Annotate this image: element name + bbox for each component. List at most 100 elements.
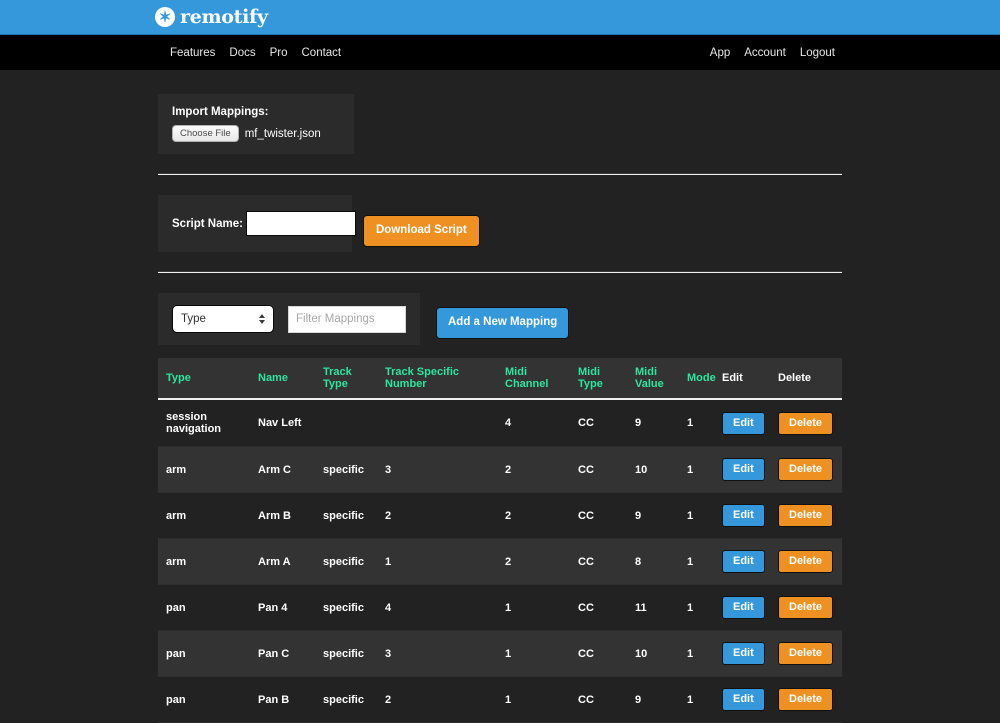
edit-button[interactable]: Edit bbox=[722, 411, 765, 435]
cell-track-specific-number: 4 bbox=[377, 584, 497, 631]
column-header-track-specific-number[interactable]: Track Specific Number bbox=[377, 358, 497, 400]
cell-midi-channel: 1 bbox=[497, 676, 570, 723]
content-container: Import Mappings: Choose File mf_twister.… bbox=[158, 94, 842, 723]
brand-name: remotify bbox=[180, 6, 268, 28]
cell-midi-value: 9 bbox=[627, 676, 679, 723]
edit-button[interactable]: Edit bbox=[722, 458, 765, 481]
delete-button[interactable]: Delete bbox=[778, 550, 834, 573]
download-script-button[interactable]: Download Script bbox=[363, 215, 480, 247]
nav-link-account[interactable]: Account bbox=[744, 47, 786, 59]
cell-name: Arm B bbox=[250, 492, 315, 539]
cell-type: pan bbox=[158, 584, 250, 631]
delete-button[interactable]: Delete bbox=[778, 642, 834, 665]
cell-midi-channel: 4 bbox=[497, 399, 570, 447]
cell-track-specific-number: 2 bbox=[377, 676, 497, 723]
cell-type: arm bbox=[158, 446, 250, 493]
nav-link-pro[interactable]: Pro bbox=[270, 47, 288, 59]
cell-midi-type: CC bbox=[570, 446, 627, 493]
import-mappings-panel: Import Mappings: Choose File mf_twister.… bbox=[158, 94, 354, 154]
nav-link-features[interactable]: Features bbox=[170, 47, 215, 59]
cell-type: session navigation bbox=[158, 399, 250, 447]
nav-link-app[interactable]: App bbox=[710, 47, 730, 59]
column-header-edit: Edit bbox=[714, 358, 770, 400]
cell-delete: Delete bbox=[770, 399, 842, 447]
mappings-table-wrap: Type Name Track Type Track Specific Numb… bbox=[158, 358, 842, 723]
cell-midi-type: CC bbox=[570, 676, 627, 723]
cell-edit: Edit bbox=[714, 676, 770, 723]
cell-edit: Edit bbox=[714, 446, 770, 493]
delete-button[interactable]: Delete bbox=[778, 596, 834, 619]
column-header-name[interactable]: Name bbox=[250, 358, 315, 400]
cell-delete: Delete bbox=[770, 538, 842, 585]
import-mappings-label: Import Mappings: bbox=[172, 106, 269, 118]
cell-midi-value: 10 bbox=[627, 630, 679, 677]
main-navigation: Features Docs Pro Contact App Account Lo… bbox=[0, 35, 1000, 70]
cell-track-type: specific bbox=[315, 446, 377, 493]
edit-button[interactable]: Edit bbox=[722, 642, 765, 665]
delete-button[interactable]: Delete bbox=[778, 411, 834, 435]
cell-type: pan bbox=[158, 630, 250, 677]
logo[interactable]: ✶ remotify bbox=[155, 6, 268, 28]
cell-name: Nav Left bbox=[250, 399, 315, 447]
cell-midi-value: 9 bbox=[627, 399, 679, 447]
cell-track-specific-number: 2 bbox=[377, 492, 497, 539]
cell-midi-value: 10 bbox=[627, 446, 679, 493]
mappings-table-body: session navigation Nav Left 4 CC 9 1 Edit Delet… bbox=[158, 399, 842, 723]
table-row: pan Pan Bspecific 2 1 CC 9 1 Edit Delete bbox=[158, 676, 842, 723]
cell-type: arm bbox=[158, 538, 250, 585]
cell-midi-channel: 1 bbox=[497, 630, 570, 677]
file-input-row: Choose File mf_twister.json bbox=[172, 125, 340, 142]
nav-link-logout[interactable]: Logout bbox=[800, 47, 835, 59]
cell-track-type: specific bbox=[315, 492, 377, 539]
table-row: arm Arm Cspecific 3 2 CC 10 1 Edit Delete bbox=[158, 446, 842, 493]
table-row: arm Arm Bspecific 2 2 CC 9 1 Edit Delete bbox=[158, 492, 842, 539]
column-header-type[interactable]: Type bbox=[158, 358, 250, 400]
edit-button[interactable]: Edit bbox=[722, 688, 765, 711]
divider-2 bbox=[158, 271, 842, 273]
add-new-mapping-button[interactable]: Add a New Mapping bbox=[436, 307, 570, 339]
cell-midi-type: CC bbox=[570, 630, 627, 677]
cell-mode: 1 bbox=[679, 584, 714, 631]
column-header-midi-value[interactable]: Midi Value bbox=[627, 358, 679, 400]
column-header-midi-type[interactable]: Midi Type bbox=[570, 358, 627, 400]
cell-track-specific-number: 3 bbox=[377, 630, 497, 677]
type-select[interactable]: Type bbox=[172, 305, 274, 333]
script-name-panel: Script Name: bbox=[158, 195, 356, 252]
cell-midi-value: 8 bbox=[627, 538, 679, 585]
column-header-mode[interactable]: Mode bbox=[679, 358, 716, 400]
divider-1 bbox=[158, 173, 842, 175]
nav-link-docs[interactable]: Docs bbox=[229, 47, 255, 59]
cell-delete: Delete bbox=[770, 446, 842, 493]
delete-button[interactable]: Delete bbox=[778, 458, 834, 481]
cell-delete: Delete bbox=[770, 584, 842, 631]
column-header-track-type[interactable]: Track Type bbox=[315, 358, 377, 400]
edit-button[interactable]: Edit bbox=[722, 596, 765, 619]
cell-type: pan bbox=[158, 676, 250, 723]
nav-left-group: Features Docs Pro Contact bbox=[170, 47, 341, 59]
cell-name: Pan 4 bbox=[250, 584, 315, 631]
delete-button[interactable]: Delete bbox=[778, 504, 834, 527]
cell-mode: 1 bbox=[679, 538, 714, 585]
cell-track-type bbox=[315, 399, 377, 447]
cell-track-specific-number: 1 bbox=[377, 538, 497, 585]
cell-midi-channel: 2 bbox=[497, 538, 570, 585]
choose-file-button[interactable]: Choose File bbox=[172, 125, 239, 142]
brand-bar: ✶ remotify bbox=[0, 0, 1000, 35]
delete-button[interactable]: Delete bbox=[778, 688, 834, 711]
script-name-input[interactable] bbox=[245, 211, 356, 236]
cell-edit: Edit bbox=[714, 399, 770, 447]
column-header-midi-channel[interactable]: Midi Channel bbox=[497, 358, 570, 400]
gear-icon: ✶ bbox=[155, 7, 175, 27]
edit-button[interactable]: Edit bbox=[722, 504, 765, 527]
filter-mappings-input[interactable] bbox=[288, 305, 406, 333]
edit-button[interactable]: Edit bbox=[722, 550, 765, 573]
cell-track-specific-number bbox=[377, 399, 497, 447]
cell-midi-type: CC bbox=[570, 399, 627, 447]
nav-link-contact[interactable]: Contact bbox=[302, 47, 342, 59]
filter-panel: Type bbox=[158, 293, 420, 345]
cell-midi-type: CC bbox=[570, 492, 627, 539]
selected-file-name: mf_twister.json bbox=[244, 127, 321, 140]
nav-right-group: App Account Logout bbox=[710, 47, 835, 59]
cell-type: arm bbox=[158, 492, 250, 539]
cell-track-type: specific bbox=[315, 630, 377, 677]
